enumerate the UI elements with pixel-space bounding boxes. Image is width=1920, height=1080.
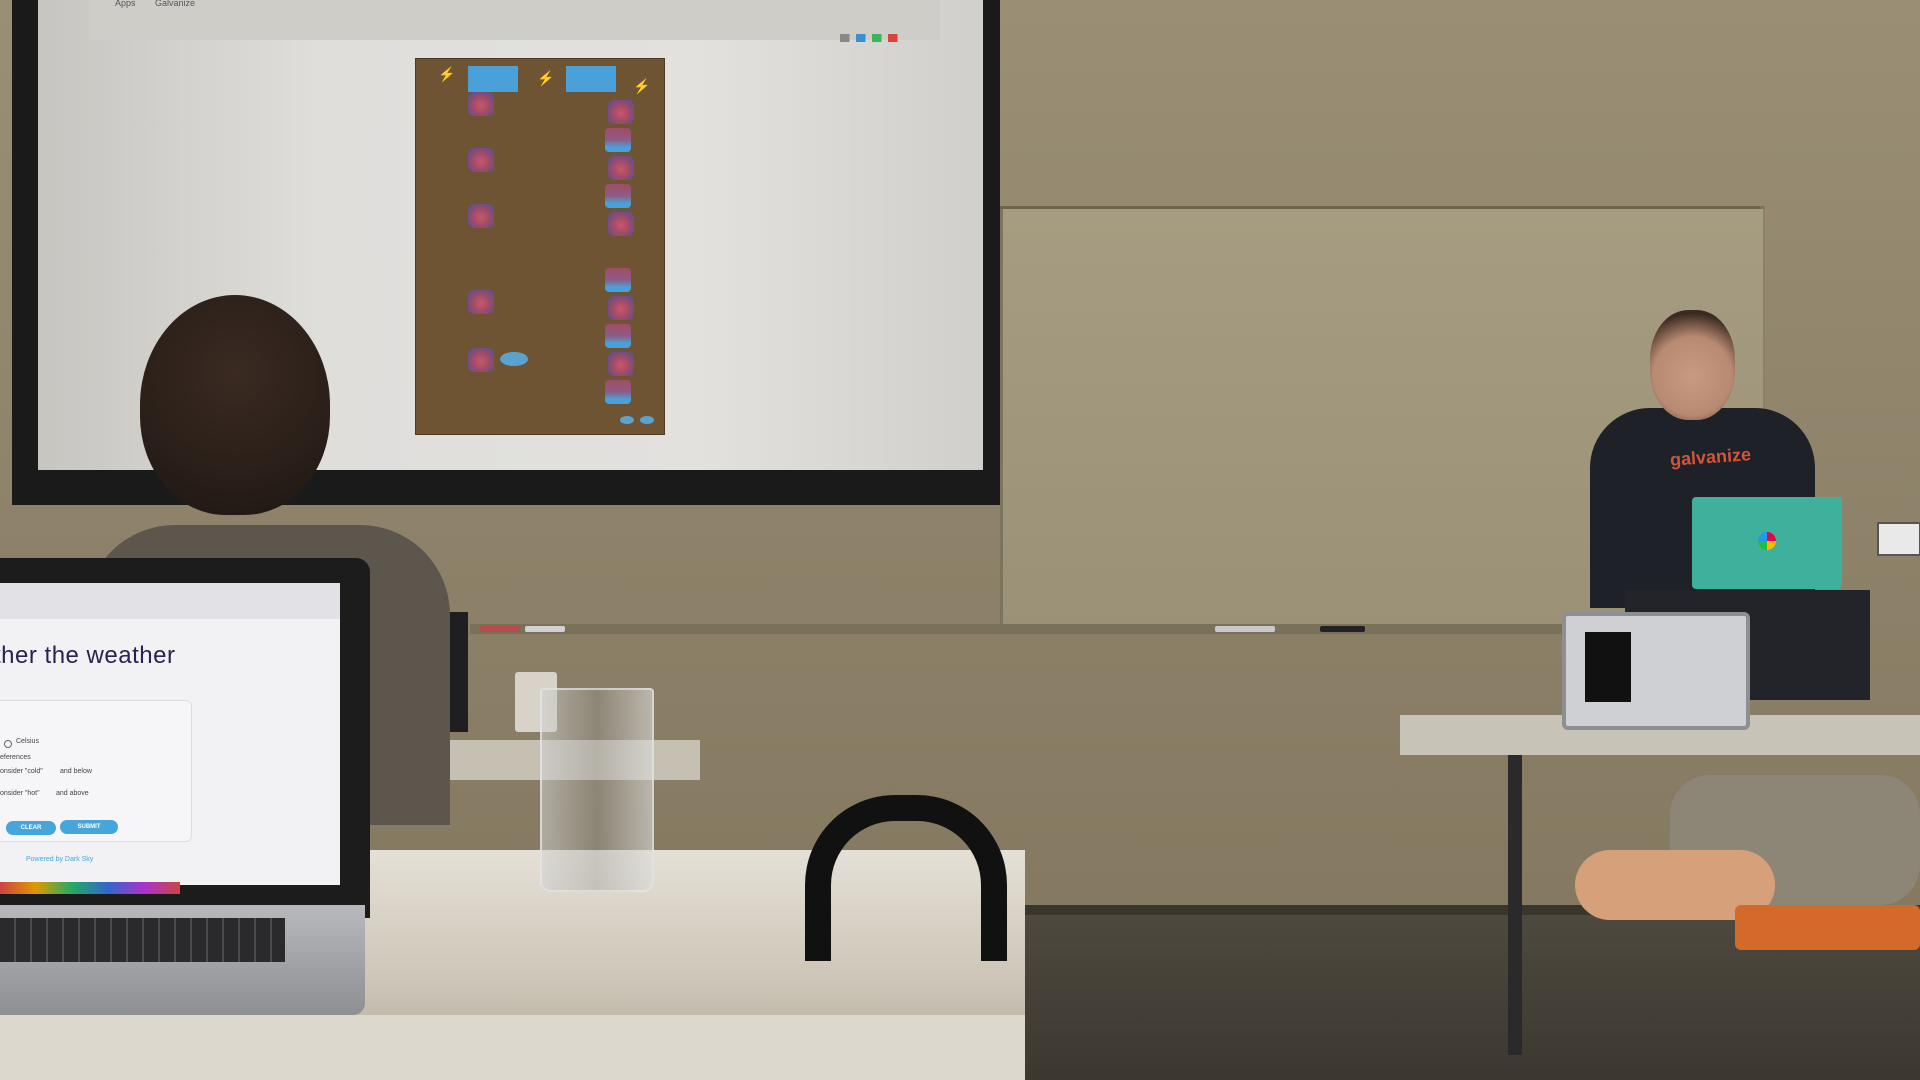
game-sprite [608, 156, 634, 180]
game-sprite [468, 290, 494, 314]
preferences-label: eferences [0, 754, 31, 761]
marker [1320, 626, 1365, 632]
hot-threshold-suffix: and above [56, 790, 89, 797]
game-sprite [605, 184, 631, 208]
game-sprite [468, 348, 494, 372]
submit-button[interactable]: SUBMIT [60, 820, 118, 834]
wall-outlet [1877, 522, 1920, 556]
goal-zone [566, 66, 616, 92]
weather-app-heading: ther the weather [0, 642, 176, 669]
water-glass [540, 688, 654, 892]
dock[interactable] [0, 882, 180, 894]
clear-button[interactable]: CLEAR [6, 821, 56, 835]
orange-chair [1735, 905, 1920, 950]
game-sprite [468, 204, 494, 228]
celsius-label: Celsius [16, 738, 39, 745]
desk-edge [0, 1015, 1025, 1080]
lightning-icon: ⚡ [633, 78, 651, 94]
lightning-icon: ⚡ [438, 66, 456, 82]
game-sprite [605, 128, 631, 152]
fish-sprite [640, 416, 654, 424]
laptop-sticker-icon [1758, 532, 1776, 550]
goal-zone [468, 66, 518, 92]
lightning-icon: ⚡ [537, 70, 555, 86]
fish-sprite [620, 416, 634, 424]
game-sprite [468, 92, 494, 116]
chair-backrest [805, 795, 1007, 961]
wall-molding [1000, 206, 1760, 209]
cold-threshold-suffix: and below [60, 768, 92, 775]
hot-threshold-label: onsider "hot" [0, 790, 40, 797]
projected-browser-toolbar [90, 0, 940, 40]
whiteboard-rail [470, 624, 1610, 634]
table-leg [1508, 755, 1522, 1055]
marker [480, 626, 520, 632]
laptop-browser-bar [0, 583, 340, 619]
cold-threshold-label: onsider "cold" [0, 768, 43, 775]
game-sprite [468, 148, 494, 172]
marker [1215, 626, 1275, 632]
game-sprite [608, 296, 634, 320]
projected-extension-icons [840, 34, 920, 42]
presenter-head [1650, 310, 1735, 420]
laptop-keyboard [0, 918, 285, 962]
game-sprite [608, 352, 634, 376]
projected-bookmark-galvanize: Galvanize [155, 0, 196, 8]
projected-bookmark-apps: Apps [115, 0, 136, 8]
podium-laptop-display [1585, 632, 1631, 702]
marker [525, 626, 565, 632]
game-sprite [605, 268, 631, 292]
student-head [140, 295, 330, 515]
game-sprite [605, 324, 631, 348]
fish-sprite [500, 352, 528, 366]
powered-by-footer: Powered by Dark Sky [26, 856, 94, 863]
game-sprite [608, 100, 634, 124]
game-sprite [608, 212, 634, 236]
celsius-radio[interactable] [4, 740, 12, 748]
game-sprite [605, 380, 631, 404]
